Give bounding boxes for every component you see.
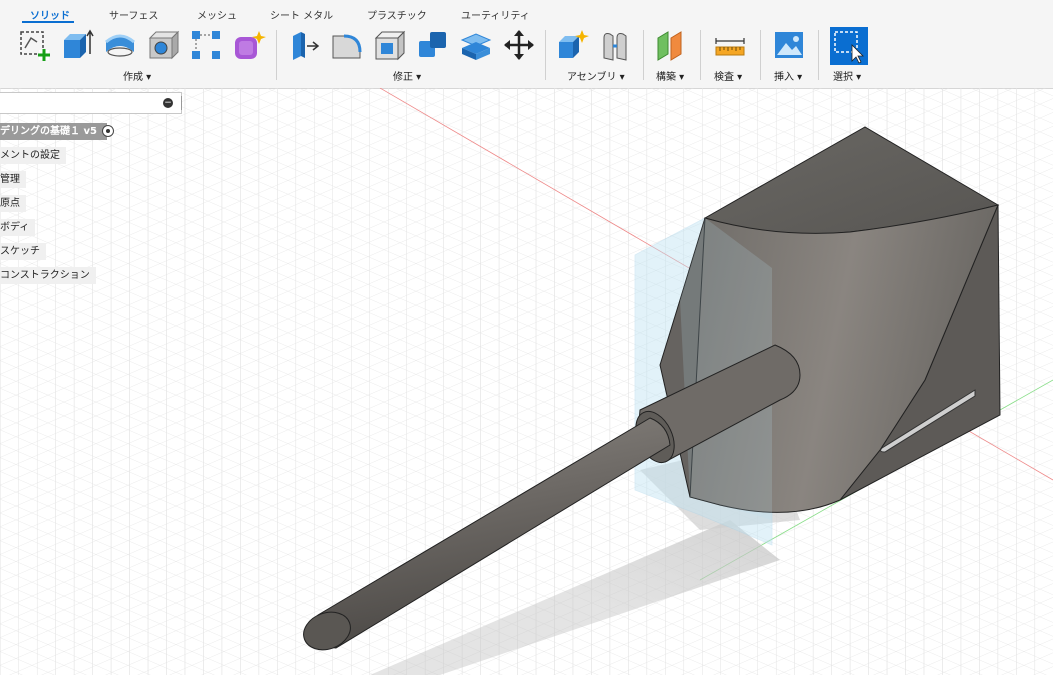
shell-icon[interactable] — [373, 28, 407, 62]
browser-item-document-settings[interactable]: メントの設定 — [0, 147, 66, 164]
browser-item-construction[interactable]: コンストラクション — [0, 267, 96, 284]
ribbon-separator — [643, 30, 644, 80]
fillet-icon[interactable] — [330, 28, 364, 62]
browser-root-document[interactable]: デリングの基礎１ v5 — [0, 123, 107, 140]
pattern-icon[interactable] — [189, 28, 223, 62]
insert-image-icon[interactable] — [772, 28, 806, 62]
ribbon-separator — [276, 30, 277, 80]
offset-plane-icon[interactable] — [654, 28, 688, 62]
ribbon-separator — [818, 30, 819, 80]
create-group-label[interactable]: 作成 ▾ — [123, 68, 151, 83]
construct-group-label[interactable]: 構築 ▾ — [656, 68, 684, 83]
press-pull-icon[interactable] — [287, 28, 321, 62]
browser-item-bodies[interactable]: ボディ — [0, 219, 36, 236]
browser-item-sketches[interactable]: スケッチ — [0, 243, 46, 260]
measure-icon[interactable] — [713, 28, 747, 62]
move-icon[interactable] — [502, 28, 536, 62]
create-form-icon[interactable] — [232, 28, 266, 62]
revolve-icon[interactable] — [103, 28, 137, 62]
active-radio-icon[interactable] — [102, 125, 114, 137]
ribbon-toolbar: ソリッド サーフェス メッシュ シート メタル プラスチック ユーティリティ 作… — [0, 0, 1053, 89]
create-sketch-icon[interactable] — [17, 28, 51, 62]
insert-group-label[interactable]: 挿入 ▾ — [774, 68, 802, 83]
ribbon-separator — [545, 30, 546, 80]
select-group-label[interactable]: 選択 ▾ — [833, 68, 861, 83]
collapse-icon[interactable]: − — [163, 98, 173, 108]
assemble-group-label[interactable]: アセンブリ ▾ — [567, 68, 625, 83]
offset-face-icon[interactable] — [459, 28, 493, 62]
canvas-viewport[interactable] — [0, 88, 1053, 675]
tab-mesh[interactable]: メッシュ — [197, 7, 237, 22]
hole-icon[interactable] — [146, 28, 180, 62]
tab-utility[interactable]: ユーティリティ — [461, 7, 530, 22]
active-tab-indicator — [22, 21, 74, 23]
tab-sheet-metal[interactable]: シート メタル — [270, 7, 333, 22]
combine-icon[interactable] — [416, 28, 450, 62]
tab-solid[interactable]: ソリッド — [30, 7, 70, 22]
tab-surface[interactable]: サーフェス — [109, 7, 158, 22]
ribbon-separator — [760, 30, 761, 80]
new-component-icon[interactable] — [556, 28, 590, 62]
tab-plastic[interactable]: プラスチック — [367, 7, 427, 22]
modify-group-label[interactable]: 修正 ▾ — [393, 68, 421, 83]
browser-header[interactable]: − — [0, 92, 182, 114]
inspect-group-label[interactable]: 検査 ▾ — [714, 68, 742, 83]
extrude-icon[interactable] — [60, 28, 94, 62]
browser-item-origin[interactable]: 原点 — [0, 195, 26, 212]
select-icon[interactable] — [830, 27, 868, 65]
panel-divider — [181, 96, 182, 110]
browser-item-named-views[interactable]: 管理 — [0, 171, 26, 188]
joint-icon[interactable] — [599, 28, 633, 62]
ribbon-separator — [700, 30, 701, 80]
